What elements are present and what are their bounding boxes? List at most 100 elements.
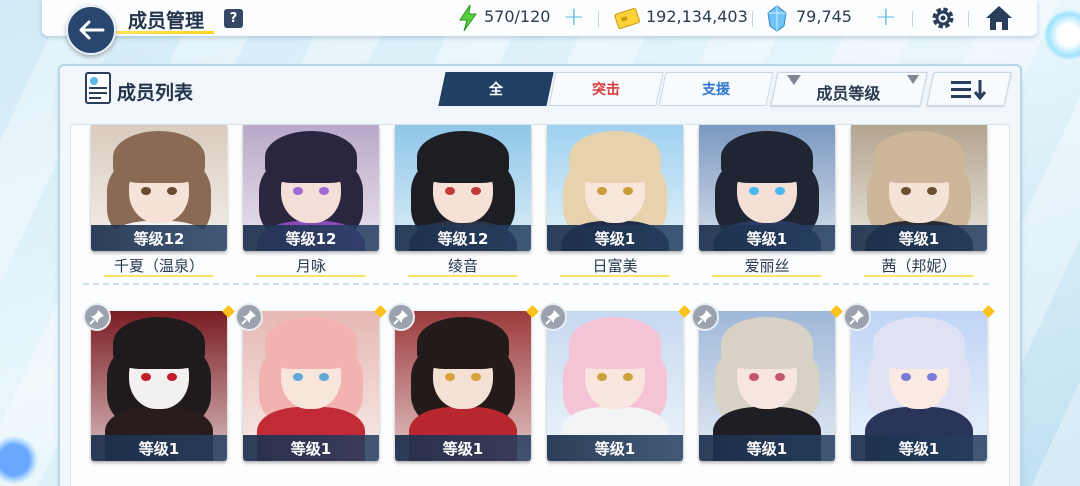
character-name: 月咏 [256, 255, 366, 277]
character-portrait: 等级1 [547, 311, 683, 461]
portrait-eye [319, 187, 329, 195]
character-name: 日富美 [560, 255, 670, 277]
pin-icon[interactable] [691, 303, 719, 331]
portrait-eye [293, 373, 303, 381]
level-label: 等级1 [91, 435, 227, 461]
portrait-hair [569, 131, 661, 183]
level-label: 等级1 [851, 225, 987, 251]
portrait-eye [927, 187, 937, 195]
sort-label: 成员等级 [816, 84, 881, 103]
credit-card-icon [613, 4, 641, 32]
level-label: 等级1 [243, 435, 379, 461]
tab-support-label: 支援 [702, 82, 730, 98]
member-list-panel: 成员列表 全 突击 支援 成员等级 等级12 千夏（温泉） 等级12 月咏 等级12 绫音… [60, 66, 1020, 486]
member-card-icon [84, 71, 112, 105]
character-portrait: 等级1 [243, 311, 379, 461]
character-card[interactable]: 等级1 [539, 303, 691, 461]
level-label: 等级1 [547, 225, 683, 251]
tab-all[interactable]: 全 [438, 72, 554, 106]
separator [968, 11, 969, 27]
pin-icon[interactable] [235, 303, 263, 331]
character-card[interactable]: 等级12 月咏 [243, 125, 379, 277]
portrait-eye [901, 373, 911, 381]
energy-add-button[interactable]: + [563, 4, 585, 30]
chevron-down-icon [907, 75, 920, 84]
level-label: 等级1 [699, 435, 835, 461]
character-card[interactable]: 等级1 [83, 303, 235, 461]
character-name: 爱丽丝 [712, 255, 822, 277]
sort-order-button[interactable] [926, 72, 1012, 106]
portrait-eye [445, 187, 455, 195]
home-icon[interactable] [984, 4, 1012, 32]
energy-value: 570/120 [484, 7, 551, 26]
portrait-eye [775, 373, 785, 381]
portrait-eye [597, 187, 607, 195]
help-button[interactable]: ? [224, 9, 243, 28]
gems-add-button[interactable]: + [875, 4, 897, 30]
arrow-left-icon [79, 20, 105, 40]
separator [752, 11, 753, 27]
pin-icon[interactable] [539, 303, 567, 331]
sort-dropdown[interactable]: 成员等级 [770, 72, 928, 106]
filter-triangle-icon [786, 75, 801, 85]
portrait-eye [623, 373, 633, 381]
portrait-hair [113, 131, 205, 183]
tab-strike[interactable]: 突击 [548, 72, 664, 106]
portrait-hair [265, 317, 357, 369]
portrait-eye [293, 187, 303, 195]
level-label: 等级12 [243, 225, 379, 251]
portrait-hair [873, 131, 965, 183]
portrait-eye [471, 373, 481, 381]
portrait-eye [167, 373, 177, 381]
character-card[interactable]: 等级1 [843, 303, 995, 461]
character-portrait: 等级1 [851, 125, 987, 251]
level-label: 等级1 [547, 435, 683, 461]
character-card[interactable]: 等级12 千夏（温泉） [91, 125, 227, 277]
level-label: 等级1 [699, 225, 835, 251]
separator [912, 11, 913, 27]
pin-icon[interactable] [843, 303, 871, 331]
portrait-eye [471, 187, 481, 195]
character-card[interactable]: 等级1 爱丽丝 [699, 125, 835, 277]
tab-support[interactable]: 支援 [658, 72, 774, 106]
character-portrait: 等级12 [243, 125, 379, 251]
pin-icon[interactable] [387, 303, 415, 331]
sort-descending-icon [951, 80, 987, 100]
character-card[interactable]: 等级1 [691, 303, 843, 461]
character-card[interactable]: 等级1 日富美 [547, 125, 683, 277]
portrait-hair [417, 131, 509, 183]
character-card[interactable]: 等级1 [387, 303, 539, 461]
character-portrait: 等级1 [699, 125, 835, 251]
character-portrait: 等级1 [547, 125, 683, 251]
character-portrait: 等级1 [91, 311, 227, 461]
pin-icon[interactable] [83, 303, 111, 331]
gems-value: 79,745 [796, 7, 852, 26]
character-card[interactable]: 等级1 [235, 303, 387, 461]
level-label: 等级12 [395, 225, 531, 251]
panel-header: 成员列表 全 突击 支援 成员等级 [60, 66, 1020, 114]
back-button[interactable] [66, 5, 116, 55]
panel-title: 成员列表 [117, 82, 194, 104]
row-divider [83, 283, 991, 285]
portrait-eye [749, 373, 759, 381]
portrait-eye [167, 187, 177, 195]
level-label: 等级12 [91, 225, 227, 251]
character-card[interactable]: 等级12 绫音 [395, 125, 531, 277]
portrait-hair [113, 317, 205, 369]
gear-icon[interactable] [929, 4, 957, 32]
portrait-eye [319, 373, 329, 381]
character-portrait: 等级1 [395, 311, 531, 461]
character-name: 绫音 [408, 255, 518, 277]
portrait-eye [141, 187, 151, 195]
gem-icon [765, 4, 793, 32]
portrait-eye [141, 373, 151, 381]
character-portrait: 等级1 [699, 311, 835, 461]
tab-all-label: 全 [489, 82, 503, 98]
member-grid: 等级12 千夏（温泉） 等级12 月咏 等级12 绫音 等级1 日富美 等级1 爱丽丝 等级1 茜（邦… [70, 124, 1010, 486]
character-portrait: 等级12 [91, 125, 227, 251]
portrait-hair [265, 131, 357, 183]
energy-icon [456, 4, 484, 32]
character-card[interactable]: 等级1 茜（邦妮） [851, 125, 987, 277]
portrait-eye [749, 187, 759, 195]
page-title: 成员管理 [128, 10, 205, 32]
